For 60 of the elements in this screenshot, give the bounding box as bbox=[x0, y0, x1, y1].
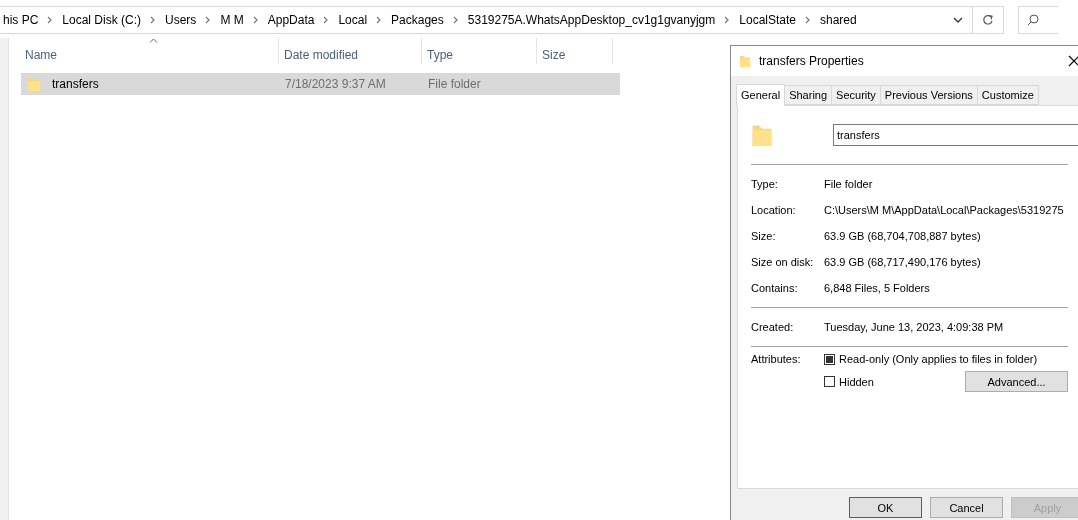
chevron-icon bbox=[252, 16, 259, 24]
address-bar[interactable]: his PC Local Disk (C:) Users M M AppData Local Packages 5319275A.WhatsAppDesktop_cv1g1gvanyjgm LocalState shared bbox=[0, 6, 1004, 34]
chevron-icon bbox=[724, 16, 731, 24]
checkbox[interactable] bbox=[824, 376, 835, 387]
breadcrumb[interactable]: 5319275A.WhatsAppDesktop_cv1g1gvanyjgm bbox=[463, 13, 720, 27]
property-value: Tuesday, June 13, 2023, 4:09:38 PM bbox=[824, 321, 1005, 333]
tab[interactable]: Security bbox=[831, 85, 881, 105]
dialog-button[interactable]: OK bbox=[849, 497, 922, 518]
dialog-button[interactable]: Cancel bbox=[930, 497, 1003, 518]
property-label: Contains: bbox=[751, 282, 799, 294]
property-value: File folder bbox=[824, 178, 874, 190]
advanced-button[interactable]: Advanced... bbox=[965, 371, 1068, 392]
breadcrumb[interactable]: his PC bbox=[0, 13, 43, 27]
search-field[interactable] bbox=[1018, 6, 1058, 34]
property-label: Attributes: bbox=[751, 353, 802, 365]
breadcrumb[interactable]: Packages bbox=[387, 13, 448, 27]
breadcrumb[interactable]: LocalState bbox=[735, 13, 800, 27]
property-label: Size on disk: bbox=[751, 256, 815, 268]
tab[interactable]: General bbox=[736, 84, 786, 106]
chevron-down-icon[interactable] bbox=[953, 17, 963, 23]
property-label: Size: bbox=[751, 230, 777, 242]
breadcrumb[interactable]: shared bbox=[816, 13, 861, 27]
chevron-icon bbox=[452, 16, 459, 24]
name-field[interactable]: transfers bbox=[833, 124, 1078, 146]
breadcrumb[interactable]: AppData bbox=[263, 13, 319, 27]
chevron-icon bbox=[205, 16, 212, 24]
folder-icon bbox=[27, 76, 41, 92]
close-icon[interactable] bbox=[1066, 53, 1078, 69]
breadcrumb[interactable]: Users bbox=[161, 13, 201, 27]
chevron-icon bbox=[47, 16, 54, 24]
checkbox-label: Read-only (Only applies to files in folder) bbox=[839, 353, 1038, 365]
column-header[interactable]: Type bbox=[422, 38, 537, 64]
chevron-icon bbox=[150, 16, 157, 24]
breadcrumb[interactable]: M M bbox=[216, 13, 248, 27]
refresh-icon bbox=[982, 14, 994, 26]
property-value: 63.9 GB (68,704,708,887 bytes) bbox=[824, 230, 982, 242]
property-value: 63.9 GB (68,717,490,176 bytes) bbox=[824, 256, 982, 268]
property-label: Location: bbox=[751, 204, 797, 216]
chevron-icon bbox=[323, 16, 330, 24]
tab[interactable]: Sharing bbox=[784, 85, 833, 105]
breadcrumb[interactable]: Local Disk (C:) bbox=[58, 13, 146, 27]
folder-icon bbox=[739, 54, 751, 68]
dialog-title: transfers Properties bbox=[759, 54, 864, 68]
file-row[interactable]: transfers 7/18/2023 9:37 AM File folder bbox=[21, 73, 620, 95]
property-label: Type: bbox=[751, 178, 779, 190]
chevron-icon bbox=[376, 16, 383, 24]
breadcrumb[interactable]: Local bbox=[334, 13, 372, 27]
property-value: C:\Users\M M\AppData\Local\Packages\5319275 bbox=[824, 204, 1065, 216]
checkbox[interactable] bbox=[824, 353, 835, 365]
search-icon bbox=[1027, 14, 1039, 26]
tab[interactable]: Customize bbox=[976, 85, 1039, 105]
column-header[interactable]: Date modified bbox=[279, 38, 422, 64]
checkbox-label: Hidden bbox=[839, 375, 874, 388]
sort-up-icon bbox=[149, 38, 158, 43]
chevron-icon bbox=[805, 16, 811, 24]
property-label: Created: bbox=[751, 321, 795, 333]
column-header[interactable]: Name bbox=[20, 38, 279, 64]
column-header[interactable]: Size bbox=[537, 38, 613, 64]
tab[interactable]: Previous Versions bbox=[879, 85, 978, 105]
property-value: 6,848 Files, 5 Folders bbox=[824, 282, 931, 294]
